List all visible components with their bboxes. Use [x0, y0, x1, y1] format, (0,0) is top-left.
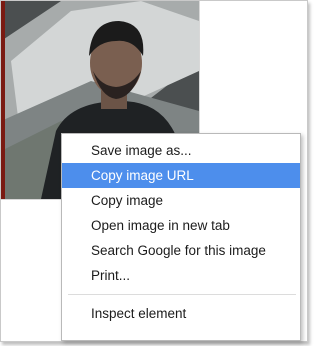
menu-item-search-google-for-image[interactable]: Search Google for this image [62, 238, 300, 263]
page-edge-strip [1, 1, 5, 199]
menu-separator [68, 294, 296, 295]
menu-item-print[interactable]: Print... [62, 263, 300, 288]
menu-item-inspect-element[interactable]: Inspect element [62, 301, 300, 326]
menu-item-copy-image[interactable]: Copy image [62, 188, 300, 213]
menu-item-open-image-in-new-tab[interactable]: Open image in new tab [62, 213, 300, 238]
menu-item-save-image-as[interactable]: Save image as... [62, 138, 300, 163]
screenshot-frame: Save image as... Copy image URL Copy ima… [0, 0, 308, 342]
context-menu: Save image as... Copy image URL Copy ima… [61, 133, 301, 341]
menu-item-copy-image-url[interactable]: Copy image URL [62, 163, 300, 188]
